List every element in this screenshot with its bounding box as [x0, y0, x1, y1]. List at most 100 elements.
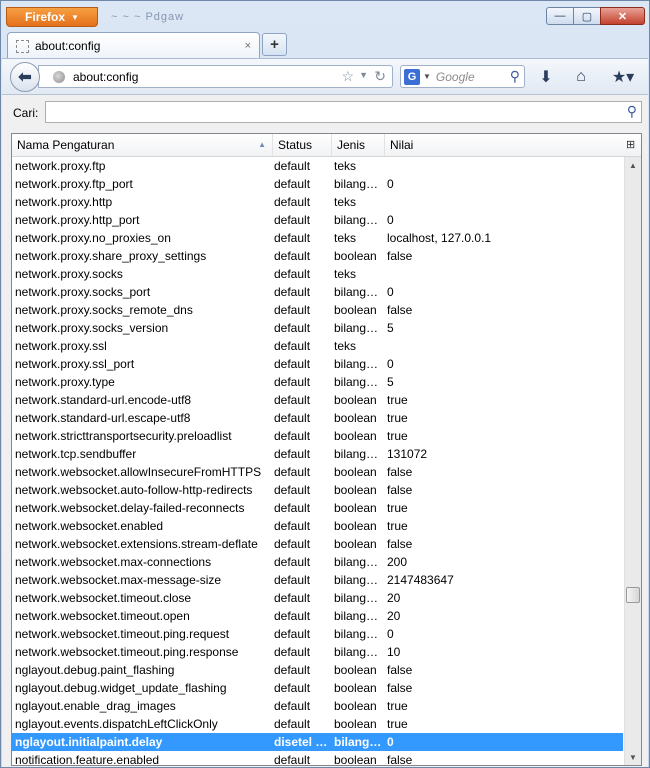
column-header-name[interactable]: Nama Pengaturan ▲ [12, 134, 273, 156]
pref-value: false [387, 465, 413, 479]
pref-row[interactable]: network.standard-url.encode-utf8 default b… [12, 391, 623, 409]
pref-row[interactable]: network.websocket.timeout.ping.request de… [12, 625, 623, 643]
scroll-up-icon[interactable]: ▲ [625, 157, 641, 173]
pref-row[interactable]: network.websocket.timeout.close default bi… [12, 589, 623, 607]
pref-row[interactable]: nglayout.enable_drag_images default boolea… [12, 697, 623, 715]
search-bar[interactable]: G ▼ Google ⚲ [400, 65, 525, 88]
pref-name: network.proxy.ssl_port [15, 357, 135, 371]
sort-ascending-icon: ▲ [258, 140, 266, 149]
pref-status: default [274, 195, 311, 209]
pref-row[interactable]: network.websocket.timeout.open default bil… [12, 607, 623, 625]
pref-row[interactable]: network.proxy.ssl default teks [12, 337, 623, 355]
bookmarks-menu-icon[interactable]: ★▾ [606, 66, 640, 88]
column-header-type[interactable]: Jenis [332, 134, 385, 156]
pref-row[interactable]: network.websocket.delay-failed-reconnect… [12, 499, 623, 517]
pref-row[interactable]: network.proxy.ftp_port default bilangan bu… [12, 175, 623, 193]
firefox-menu-button[interactable]: Firefox ▼ [6, 7, 98, 27]
pref-row[interactable]: network.proxy.type default bilangan bulat 5 [12, 373, 623, 391]
close-window-button[interactable]: ✕ [600, 7, 645, 25]
page-icon [16, 39, 29, 53]
pref-row[interactable]: network.proxy.ftp default teks [12, 157, 623, 175]
pref-status: default [274, 753, 311, 766]
pref-value: 0 [387, 357, 394, 371]
pref-row[interactable]: network.websocket.extensions.stream-defl… [12, 535, 623, 553]
pref-name: nglayout.enable_drag_images [15, 699, 176, 713]
pref-name: network.proxy.http_port [15, 213, 140, 227]
pref-row[interactable]: network.proxy.socks default teks [12, 265, 623, 283]
pref-type: boolean [334, 249, 377, 263]
pref-row[interactable]: network.proxy.socks_remote_dns default boo… [12, 301, 623, 319]
search-icon[interactable]: ⚲ [510, 68, 520, 85]
scroll-down-icon[interactable]: ▼ [625, 749, 641, 765]
tab-close-icon[interactable]: × [245, 40, 251, 52]
pref-value: false [387, 753, 413, 766]
pref-name: network.websocket.allowInsecureFromHTTPS [15, 465, 262, 479]
filter-input[interactable]: ⚲ [45, 101, 642, 123]
pref-row[interactable]: network.stricttransportsecurity.preloadl… [12, 427, 623, 445]
pref-status: default [274, 627, 311, 641]
url-bar[interactable]: about:config ☆ ▼ ↻ [38, 65, 393, 88]
pref-type: boolean [334, 753, 377, 766]
downloads-icon[interactable]: ⬇ [535, 66, 557, 88]
engine-dropdown-icon[interactable]: ▼ [423, 72, 431, 81]
pref-row[interactable]: network.proxy.socks_port default bilangan … [12, 283, 623, 301]
pref-row[interactable]: network.websocket.timeout.ping.response d… [12, 643, 623, 661]
pref-type: boolean [334, 717, 377, 731]
tab-about-config[interactable]: about:config × [7, 32, 260, 59]
vertical-scrollbar[interactable]: ▲ ▼ [624, 157, 641, 765]
pref-status: default [274, 501, 311, 515]
pref-value: 2147483647 [387, 573, 454, 587]
pref-name: nglayout.debug.widget_update_flashing [15, 681, 227, 695]
pref-row[interactable]: network.proxy.socks_version default bilang… [12, 319, 623, 337]
pref-row[interactable]: network.websocket.max-message-size defaul… [12, 571, 623, 589]
pref-name: network.proxy.socks_port [15, 285, 151, 299]
search-placeholder: Google [435, 69, 475, 84]
url-text[interactable]: about:config [73, 70, 138, 84]
pref-status: default [274, 537, 311, 551]
pref-row[interactable]: network.proxy.no_proxies_on default teks lo… [12, 229, 623, 247]
pref-row[interactable]: network.tcp.sendbuffer default bilangan bu… [12, 445, 623, 463]
home-icon[interactable]: ⌂ [570, 66, 592, 88]
browser-window: Firefox ▼ ~ ~ ~ Pdgaw — ▢ ✕ about:config… [0, 0, 650, 768]
pref-name: network.proxy.share_proxy_settings [15, 249, 207, 263]
bookmark-star-icon[interactable]: ☆ [341, 68, 354, 85]
pref-row[interactable]: network.websocket.auto-follow-http-redir… [12, 481, 623, 499]
pref-name: network.proxy.socks_version [15, 321, 169, 335]
pref-row[interactable]: network.proxy.http_port default bilangan b… [12, 211, 623, 229]
pref-value: true [387, 393, 408, 407]
pref-row[interactable]: network.websocket.max-connections default… [12, 553, 623, 571]
maximize-button[interactable]: ▢ [573, 7, 601, 25]
pref-name: nglayout.events.dispatchLeftClickOnly [15, 717, 218, 731]
reload-icon[interactable]: ↻ [374, 68, 386, 85]
column-header-status[interactable]: Status [273, 134, 332, 156]
pref-name: network.proxy.http [15, 195, 113, 209]
pref-name: network.standard-url.escape-utf8 [15, 411, 191, 425]
pref-status: default [274, 375, 311, 389]
pref-row[interactable]: network.proxy.http default teks [12, 193, 623, 211]
new-tab-button[interactable]: + [262, 33, 287, 56]
pref-type: boolean [334, 663, 377, 677]
column-header-value[interactable]: Nilai [385, 134, 625, 156]
minimize-button[interactable]: — [546, 7, 574, 25]
pref-type: bilangan bulat [334, 285, 382, 299]
column-picker-icon[interactable]: ⊞ [626, 138, 640, 152]
url-history-dropdown-icon[interactable]: ▼ [359, 70, 368, 80]
preferences-tree[interactable]: Nama Pengaturan ▲ Status Jenis Nilai ⊞ n… [11, 133, 642, 766]
pref-row[interactable]: notification.feature.enabled default boole… [12, 751, 623, 766]
pref-row[interactable]: network.proxy.ssl_port default bilangan bu… [12, 355, 623, 373]
pref-row[interactable]: network.websocket.allowInsecureFromHTTPS… [12, 463, 623, 481]
pref-row[interactable]: network.standard-url.escape-utf8 default b… [12, 409, 623, 427]
google-engine-icon[interactable]: G [404, 68, 420, 85]
pref-type: boolean [334, 537, 377, 551]
pref-status: default [274, 321, 311, 335]
pref-row[interactable]: nglayout.debug.paint_flashing default bool… [12, 661, 623, 679]
pref-row-selected[interactable]: nglayout.initialpaint.delay disetel pengg… [12, 733, 623, 751]
pref-row[interactable]: network.websocket.enabled default boolean t… [12, 517, 623, 535]
pref-type: teks [334, 267, 357, 281]
scrollbar-thumb[interactable] [626, 587, 640, 604]
pref-row[interactable]: nglayout.debug.widget_update_flashing def… [12, 679, 623, 697]
pref-row[interactable]: network.proxy.share_proxy_settings defaul… [12, 247, 623, 265]
pref-row[interactable]: nglayout.events.dispatchLeftClickOnly def… [12, 715, 623, 733]
back-button[interactable]: ⬅ [10, 62, 40, 92]
pref-value: false [387, 663, 413, 677]
